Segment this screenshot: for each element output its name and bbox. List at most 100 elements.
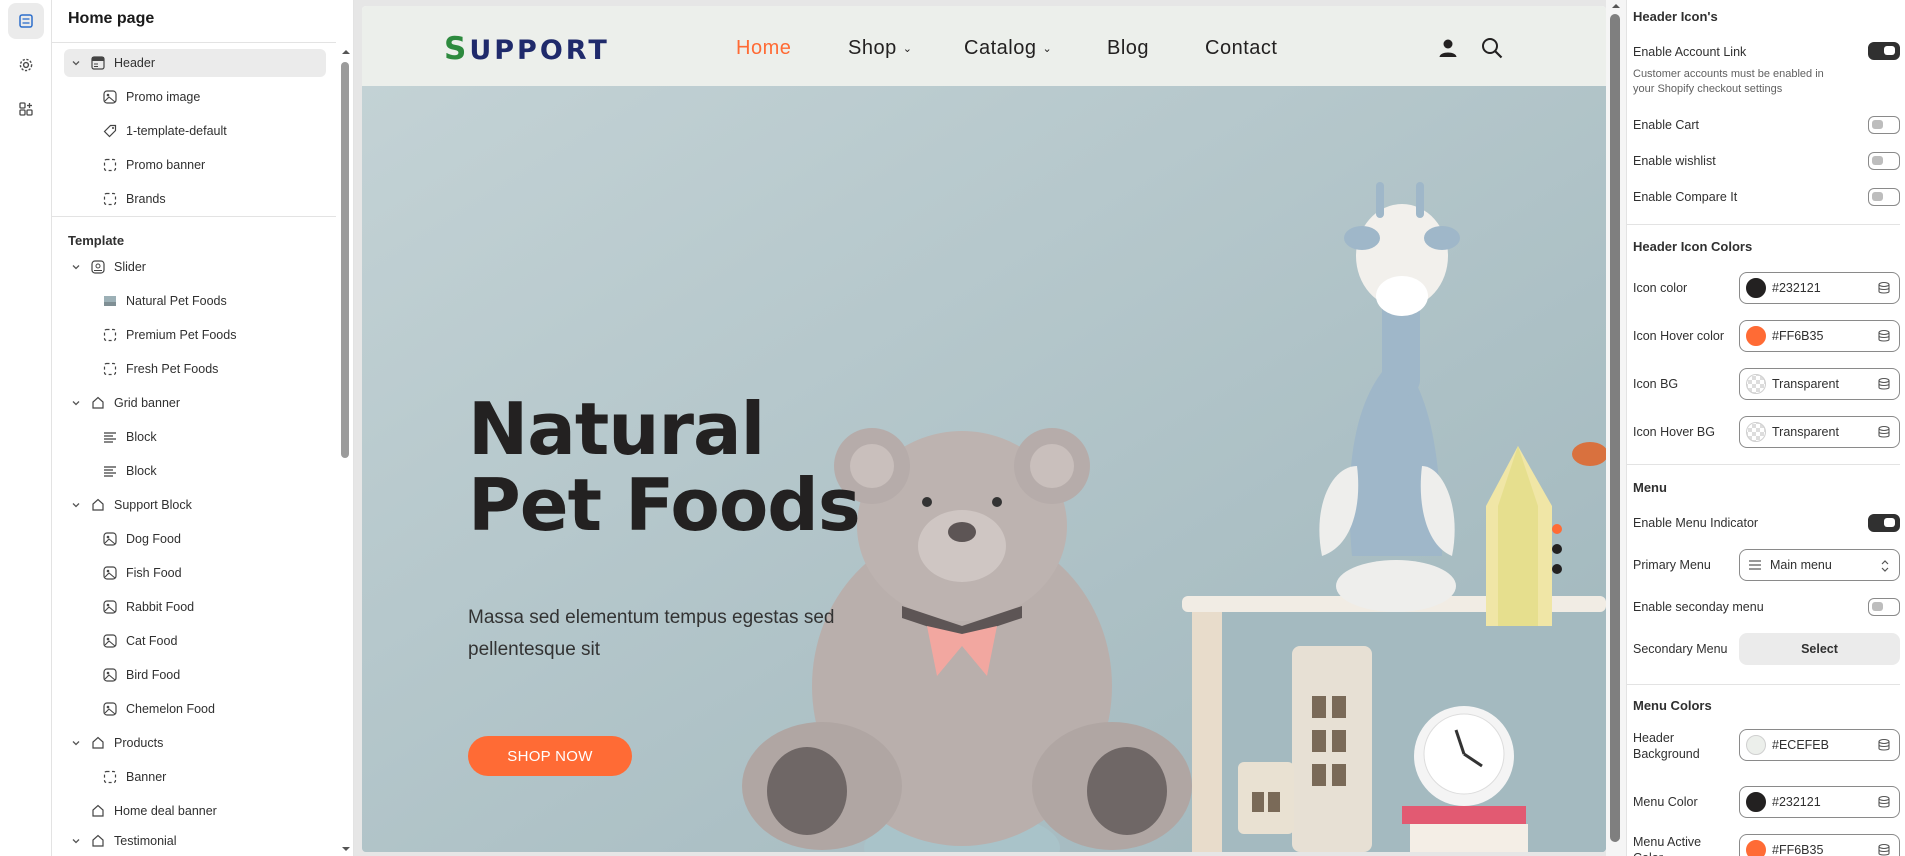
enable-menu-indicator-toggle[interactable] — [1868, 514, 1900, 532]
block-dog-food[interactable]: Dog Food — [64, 525, 326, 553]
color-swatch[interactable] — [1746, 326, 1766, 346]
divider — [1627, 224, 1900, 225]
sections-button[interactable] — [8, 3, 44, 39]
divider — [1627, 684, 1900, 685]
row-label: Slider — [114, 260, 146, 274]
color-swatch[interactable] — [1746, 278, 1766, 298]
chevron-down-icon[interactable] — [68, 833, 84, 849]
menu-active-color-field[interactable]: #FF6B35 — [1739, 834, 1900, 856]
select-value: Main menu — [1770, 558, 1832, 572]
nav-blog[interactable]: Blog — [1107, 37, 1149, 60]
enable-account-label: Enable Account Link — [1633, 45, 1747, 59]
icon-hover-bg-label: Icon Hover BG — [1633, 425, 1715, 439]
settings-panel: Header Icon's Enable Account Link Custom… — [1626, 0, 1905, 856]
database-icon[interactable] — [1877, 377, 1891, 391]
nav-shop[interactable]: Shop ⌄ — [848, 37, 912, 60]
menu-active-color-label: Menu Active Color — [1633, 835, 1702, 856]
database-icon[interactable] — [1877, 738, 1891, 752]
block-block[interactable]: Block — [64, 423, 326, 451]
block-template-default[interactable]: 1-template-default — [64, 117, 326, 145]
block-premium-pet-foods[interactable]: Premium Pet Foods — [64, 321, 326, 349]
block-bird-food[interactable]: Bird Food — [64, 661, 326, 689]
enable-wishlist-toggle[interactable] — [1868, 152, 1900, 170]
block-fresh-pet-foods[interactable]: Fresh Pet Foods — [64, 355, 326, 383]
primary-menu-select[interactable]: Main menu — [1739, 549, 1900, 581]
icon-bg-field[interactable]: Transparent — [1739, 368, 1900, 400]
icon-bg-label: Icon BG — [1633, 377, 1679, 391]
block-natural-pet-foods[interactable]: Natural Pet Foods — [64, 287, 326, 315]
row-label: Home deal banner — [114, 804, 217, 818]
slider-dot[interactable] — [1552, 524, 1562, 534]
settings-button[interactable] — [8, 47, 44, 83]
image-icon — [102, 531, 118, 547]
database-icon[interactable] — [1877, 281, 1891, 295]
search-icon[interactable] — [1480, 36, 1504, 60]
image-thumb-icon — [102, 293, 118, 309]
block-block[interactable]: Block — [64, 457, 326, 485]
block-promo-banner[interactable]: Promo banner — [64, 151, 326, 179]
color-swatch[interactable] — [1746, 792, 1766, 812]
enable-secondary-toggle[interactable] — [1868, 598, 1900, 616]
divider — [52, 42, 336, 43]
slider-dot[interactable] — [1552, 544, 1562, 554]
enable-compare-toggle[interactable] — [1868, 188, 1900, 206]
color-swatch[interactable] — [1746, 840, 1766, 856]
dashed-square-icon — [102, 157, 118, 173]
sidebar-scroll-thumb[interactable] — [341, 62, 349, 458]
block-banner[interactable]: Banner — [64, 763, 326, 791]
section-support-block[interactable]: Support Block — [64, 491, 326, 519]
section-products[interactable]: Products — [64, 729, 326, 757]
color-swatch[interactable] — [1746, 374, 1766, 394]
section-slider[interactable]: Slider — [64, 253, 326, 281]
color-swatch[interactable] — [1746, 735, 1766, 755]
row-label: Chemelon Food — [126, 702, 215, 716]
enable-cart-toggle[interactable] — [1868, 116, 1900, 134]
section-testimonial[interactable]: Testimonial — [64, 827, 326, 855]
section-header[interactable]: Header — [64, 49, 326, 77]
image-icon — [102, 701, 118, 717]
chevron-down-icon[interactable] — [68, 497, 84, 513]
chevron-down-icon[interactable] — [68, 259, 84, 275]
preview-scroll-thumb[interactable] — [1610, 14, 1620, 842]
nav-label: Home — [736, 37, 792, 59]
icon-hover-color-field[interactable]: #FF6B35 — [1739, 320, 1900, 352]
block-rabbit-food[interactable]: Rabbit Food — [64, 593, 326, 621]
nav-home[interactable]: Home — [736, 37, 791, 60]
nav-catalog[interactable]: Catalog ⌄ — [964, 37, 1052, 60]
header-background-field[interactable]: #ECEFEB — [1739, 729, 1900, 761]
enable-cart-label: Enable Cart — [1633, 118, 1700, 132]
block-promo-image[interactable]: Promo image — [64, 83, 326, 111]
row-label: Testimonial — [114, 834, 177, 848]
color-swatch[interactable] — [1746, 422, 1766, 442]
block-chemelon-food[interactable]: Chemelon Food — [64, 695, 326, 723]
account-icon[interactable] — [1436, 36, 1460, 60]
enable-account-toggle[interactable] — [1868, 42, 1900, 60]
section-grid-banner[interactable]: Grid banner — [64, 389, 326, 417]
menu-color-field[interactable]: #232121 — [1739, 786, 1900, 818]
icon-color-field[interactable]: #232121 — [1739, 272, 1900, 304]
database-icon[interactable] — [1877, 425, 1891, 439]
block-fish-food[interactable]: Fish Food — [64, 559, 326, 587]
block-cat-food[interactable]: Cat Food — [64, 627, 326, 655]
nav-contact[interactable]: Contact — [1205, 37, 1277, 60]
icon-hover-bg-field[interactable]: Transparent — [1739, 416, 1900, 448]
section-home-deal-banner[interactable]: Home deal banner — [64, 797, 326, 825]
database-icon[interactable] — [1877, 795, 1891, 809]
dashed-square-icon — [102, 361, 118, 377]
chevron-down-icon[interactable] — [68, 395, 84, 411]
chevron-down-icon[interactable] — [68, 55, 84, 71]
chevron-down-icon[interactable] — [68, 735, 84, 751]
section-icon — [90, 395, 106, 411]
block-brands[interactable]: Brands — [64, 185, 326, 213]
secondary-menu-select-button[interactable]: Select — [1739, 633, 1900, 665]
secondary-menu-label: Secondary Menu — [1633, 642, 1728, 656]
store-logo[interactable]: SUPPORT — [444, 31, 610, 67]
database-icon[interactable] — [1877, 843, 1891, 856]
menu-color-label: Menu Color — [1633, 795, 1698, 809]
shop-now-button[interactable]: SHOP NOW — [468, 736, 632, 776]
slider-dot[interactable] — [1552, 564, 1562, 574]
database-icon[interactable] — [1877, 329, 1891, 343]
color-value: Transparent — [1772, 377, 1839, 391]
apps-button[interactable] — [8, 91, 44, 127]
row-label: Promo banner — [126, 158, 206, 172]
